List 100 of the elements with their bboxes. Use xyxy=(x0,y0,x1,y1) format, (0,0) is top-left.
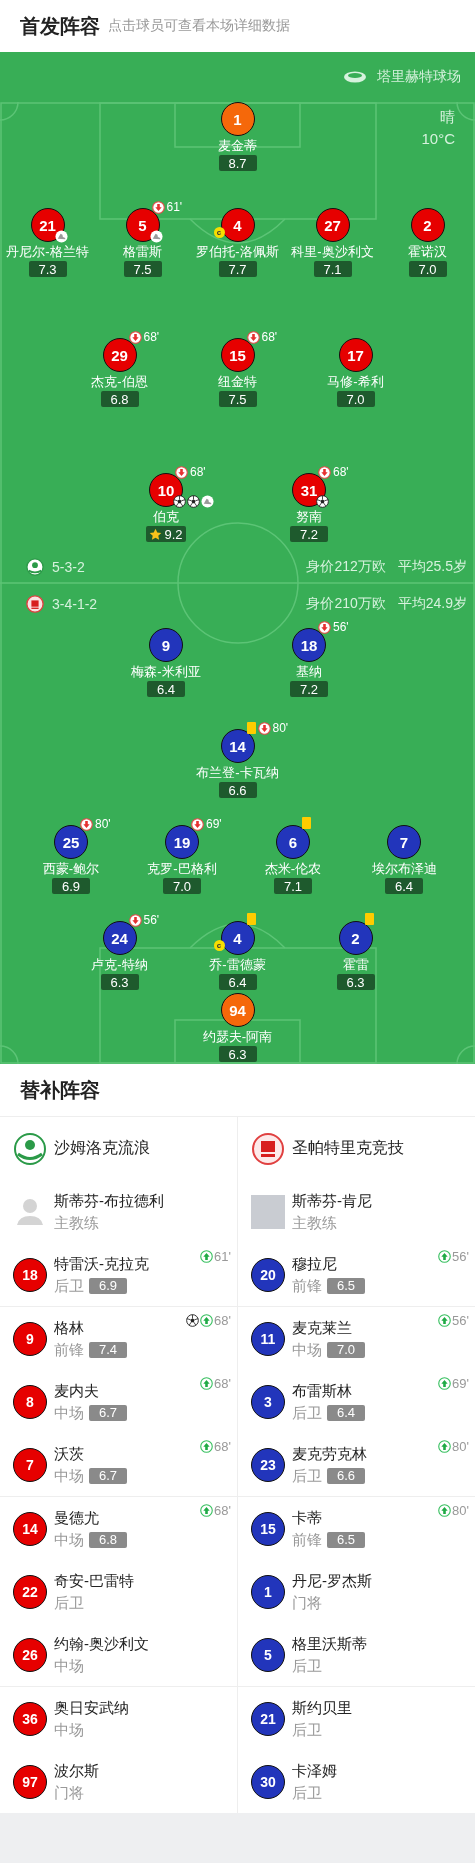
substitution-on-icon xyxy=(438,1250,452,1263)
player-name: 穆拉尼 xyxy=(292,1254,338,1273)
substitution-minute: 68' xyxy=(214,1376,231,1391)
rating-value: 7.2 xyxy=(299,681,319,697)
captain-badge: c xyxy=(213,227,225,238)
player-number[interactable]: 26 xyxy=(13,1637,47,1672)
player-rating: 6.7 xyxy=(89,1404,128,1421)
player-name: 麦克莱兰 xyxy=(292,1318,353,1337)
player-number[interactable]: 9 xyxy=(149,628,183,662)
substitution-minute: 69' xyxy=(206,817,222,831)
player-rating: 6.5 xyxy=(327,1277,366,1294)
player-number[interactable]: 4 xyxy=(220,921,255,955)
player-number[interactable]: 94 xyxy=(220,993,255,1027)
player-rating: 7.4 xyxy=(89,1341,128,1358)
player-number[interactable]: 14 xyxy=(220,729,255,763)
substitution-on-icon xyxy=(200,1504,214,1517)
player-number[interactable]: 36 xyxy=(13,1701,47,1736)
player-name: 马修-希利 xyxy=(327,373,384,391)
player-number[interactable]: 25 xyxy=(54,825,88,859)
player-number[interactable]: 1 xyxy=(251,1574,285,1609)
player-number[interactable]: 7 xyxy=(13,1447,47,1482)
player-number[interactable]: 30 xyxy=(251,1764,285,1799)
substitution-minute: 80' xyxy=(95,817,111,831)
player-name: 梅森-米利亚 xyxy=(131,663,201,681)
player-number[interactable]: 97 xyxy=(13,1764,47,1799)
rating-value: 6.8 xyxy=(110,391,129,407)
rating-value: 7.2 xyxy=(299,526,319,542)
player-number[interactable]: 20 xyxy=(251,1257,285,1292)
rating-value: 7.0 xyxy=(346,391,365,407)
average-age: 平均24.9岁 xyxy=(397,594,467,613)
substitution-minute: 56' xyxy=(452,1249,469,1264)
player-number[interactable]: 7 xyxy=(387,825,421,859)
rating-value: 7.1 xyxy=(323,261,342,277)
team-name: 圣帕特里克竞技 xyxy=(292,1138,404,1158)
player-number[interactable]: 19 xyxy=(165,825,199,859)
player-number[interactable]: 14 xyxy=(13,1511,47,1546)
player-number[interactable]: 5 xyxy=(125,208,160,242)
player-name: 卡蒂 xyxy=(292,1508,323,1527)
player-name: 基纳 xyxy=(296,663,322,681)
player-number[interactable]: 21 xyxy=(251,1701,285,1736)
player-rating: 6.8 xyxy=(89,1531,128,1548)
player-name: 奥日安武纳 xyxy=(54,1698,129,1717)
substitution-on-icon xyxy=(438,1377,452,1390)
player-name: 西蒙-鲍尔 xyxy=(42,860,100,878)
player-name: 格林 xyxy=(54,1318,85,1337)
player-number[interactable]: 21 xyxy=(30,208,65,242)
player-name: 丹尼-罗杰斯 xyxy=(292,1571,372,1590)
substitution-on-icon xyxy=(200,1440,214,1453)
substitution-minute: 68' xyxy=(214,1313,231,1328)
player-number[interactable]: 5 xyxy=(251,1637,285,1672)
market-value: 身价210万欧 xyxy=(306,594,386,613)
photo-placeholder xyxy=(251,1194,285,1229)
player-name: 霍诺汉 xyxy=(408,243,447,261)
player-number[interactable]: 9 xyxy=(13,1321,47,1356)
rating-value: 6.6 xyxy=(228,782,247,798)
rating-value: 7.0 xyxy=(418,261,437,277)
player-position: 后卫 xyxy=(292,1720,322,1739)
player-number[interactable]: 17 xyxy=(338,338,373,372)
rating-value: 7.5 xyxy=(133,261,152,277)
team-crest-icon xyxy=(26,594,44,613)
team-crest-icon xyxy=(26,557,44,576)
team-crest-icon xyxy=(13,1131,47,1166)
player-number[interactable]: 6 xyxy=(276,825,310,859)
player-number[interactable]: 29 xyxy=(102,338,137,372)
player-number[interactable]: 18 xyxy=(13,1257,47,1292)
player-name: 曼德尤 xyxy=(54,1508,100,1527)
player-position: 后卫 xyxy=(54,1593,84,1612)
player-position: 中场 xyxy=(54,1720,84,1739)
player-number[interactable]: 22 xyxy=(13,1574,47,1609)
player-number[interactable]: 23 xyxy=(251,1447,285,1482)
player-number[interactable]: 11 xyxy=(251,1321,285,1356)
coach-role: 主教练 xyxy=(292,1213,338,1232)
player-name: 杰米-伦农 xyxy=(264,860,322,878)
player-number[interactable]: 2 xyxy=(338,921,373,955)
player-number[interactable]: 24 xyxy=(102,921,137,955)
substitution-off-icon xyxy=(175,465,188,479)
player-number[interactable]: 15 xyxy=(220,338,255,372)
rating-value: 7.0 xyxy=(172,878,192,894)
substitution-minute: 68' xyxy=(333,465,349,479)
player-name: 罗伯托-洛佩斯 xyxy=(196,243,279,261)
temperature: 10°C xyxy=(421,130,455,147)
rating-value: 7.5 xyxy=(228,391,247,407)
player-rating: 6.7 xyxy=(89,1467,128,1484)
player-number[interactable]: 8 xyxy=(13,1384,47,1419)
player-name: 斯约贝里 xyxy=(292,1698,352,1717)
player-number[interactable]: 15 xyxy=(251,1511,285,1546)
substitution-minute: 68' xyxy=(214,1439,231,1454)
substitution-minute: 80' xyxy=(452,1503,469,1518)
coach-role: 主教练 xyxy=(54,1213,100,1232)
substitution-minute: 68' xyxy=(190,465,206,479)
player-number[interactable]: 4 xyxy=(220,208,255,242)
rating-value: 6.4 xyxy=(394,878,414,894)
player-number[interactable]: 2 xyxy=(410,208,445,242)
player-number[interactable]: 18 xyxy=(292,628,326,662)
player-number[interactable]: 27 xyxy=(315,208,350,242)
player-number[interactable]: 3 xyxy=(251,1384,285,1419)
player-name: 埃尔布泽迪 xyxy=(371,860,437,878)
player-number[interactable]: 1 xyxy=(220,102,255,136)
player-name: 科里-奥沙利文 xyxy=(291,243,374,261)
player-rating: 6.6 xyxy=(327,1467,366,1484)
